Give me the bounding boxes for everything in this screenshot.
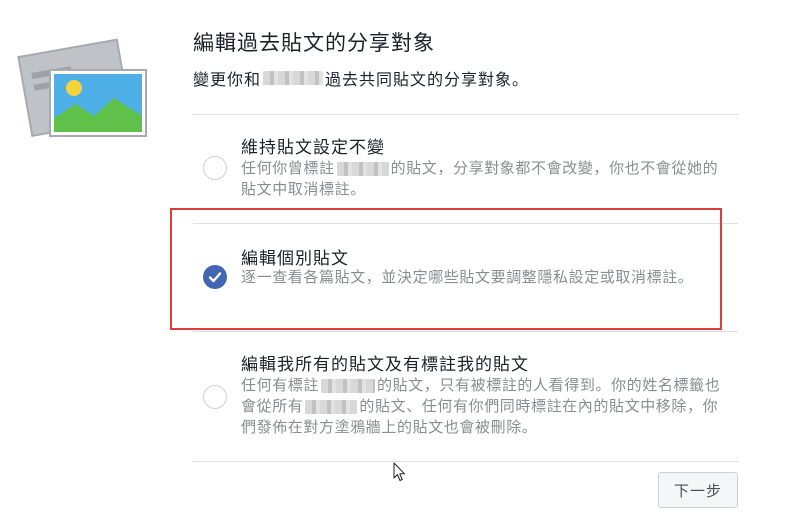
photo-album-icon	[17, 38, 147, 138]
highlight-box	[170, 208, 722, 330]
option-description: 任何你曾標註 的貼文，分享對象都不會改變，你也不會從她的貼文中取消標註。	[241, 158, 729, 200]
divider	[193, 461, 738, 462]
option-keep-settings[interactable]: 維持貼文設定不變 任何你曾標註 的貼文，分享對象都不會改變，你也不會從她的貼文中取…	[193, 115, 738, 223]
subtitle-suffix: 過去共同貼文的分享對象。	[325, 70, 530, 89]
dialog-title: 編輯過去貼文的分享對象	[193, 31, 435, 55]
option-title: 編輯我所有的貼文及有標註我的貼文	[241, 355, 529, 375]
option-title: 維持貼文設定不變	[241, 138, 385, 158]
redacted-name	[263, 71, 324, 85]
radio-keep-settings[interactable]	[203, 156, 227, 180]
subtitle-prefix: 變更你和	[193, 70, 262, 89]
radio-edit-all[interactable]	[203, 385, 227, 409]
option-edit-all[interactable]: 編輯我所有的貼文及有標註我的貼文 任何有標註 的貼文，只有被標註的人看得到。你的姓…	[193, 332, 738, 462]
option-desc-text: 任何有標註	[241, 376, 320, 394]
option-description: 任何有標註 的貼文，只有被標註的人看得到。你的姓名標籤也會從所有 的貼文、任何有你們…	[241, 375, 729, 438]
dialog-subtitle: 變更你和 過去共同貼文的分享對象。	[193, 66, 529, 90]
option-desc-text: 任何你曾標註	[241, 159, 335, 177]
redacted-name	[336, 161, 389, 176]
mouse-pointer-icon	[393, 462, 405, 481]
redacted-name	[305, 399, 358, 414]
redacted-name	[321, 378, 376, 393]
next-button[interactable]: 下一步	[658, 472, 738, 508]
